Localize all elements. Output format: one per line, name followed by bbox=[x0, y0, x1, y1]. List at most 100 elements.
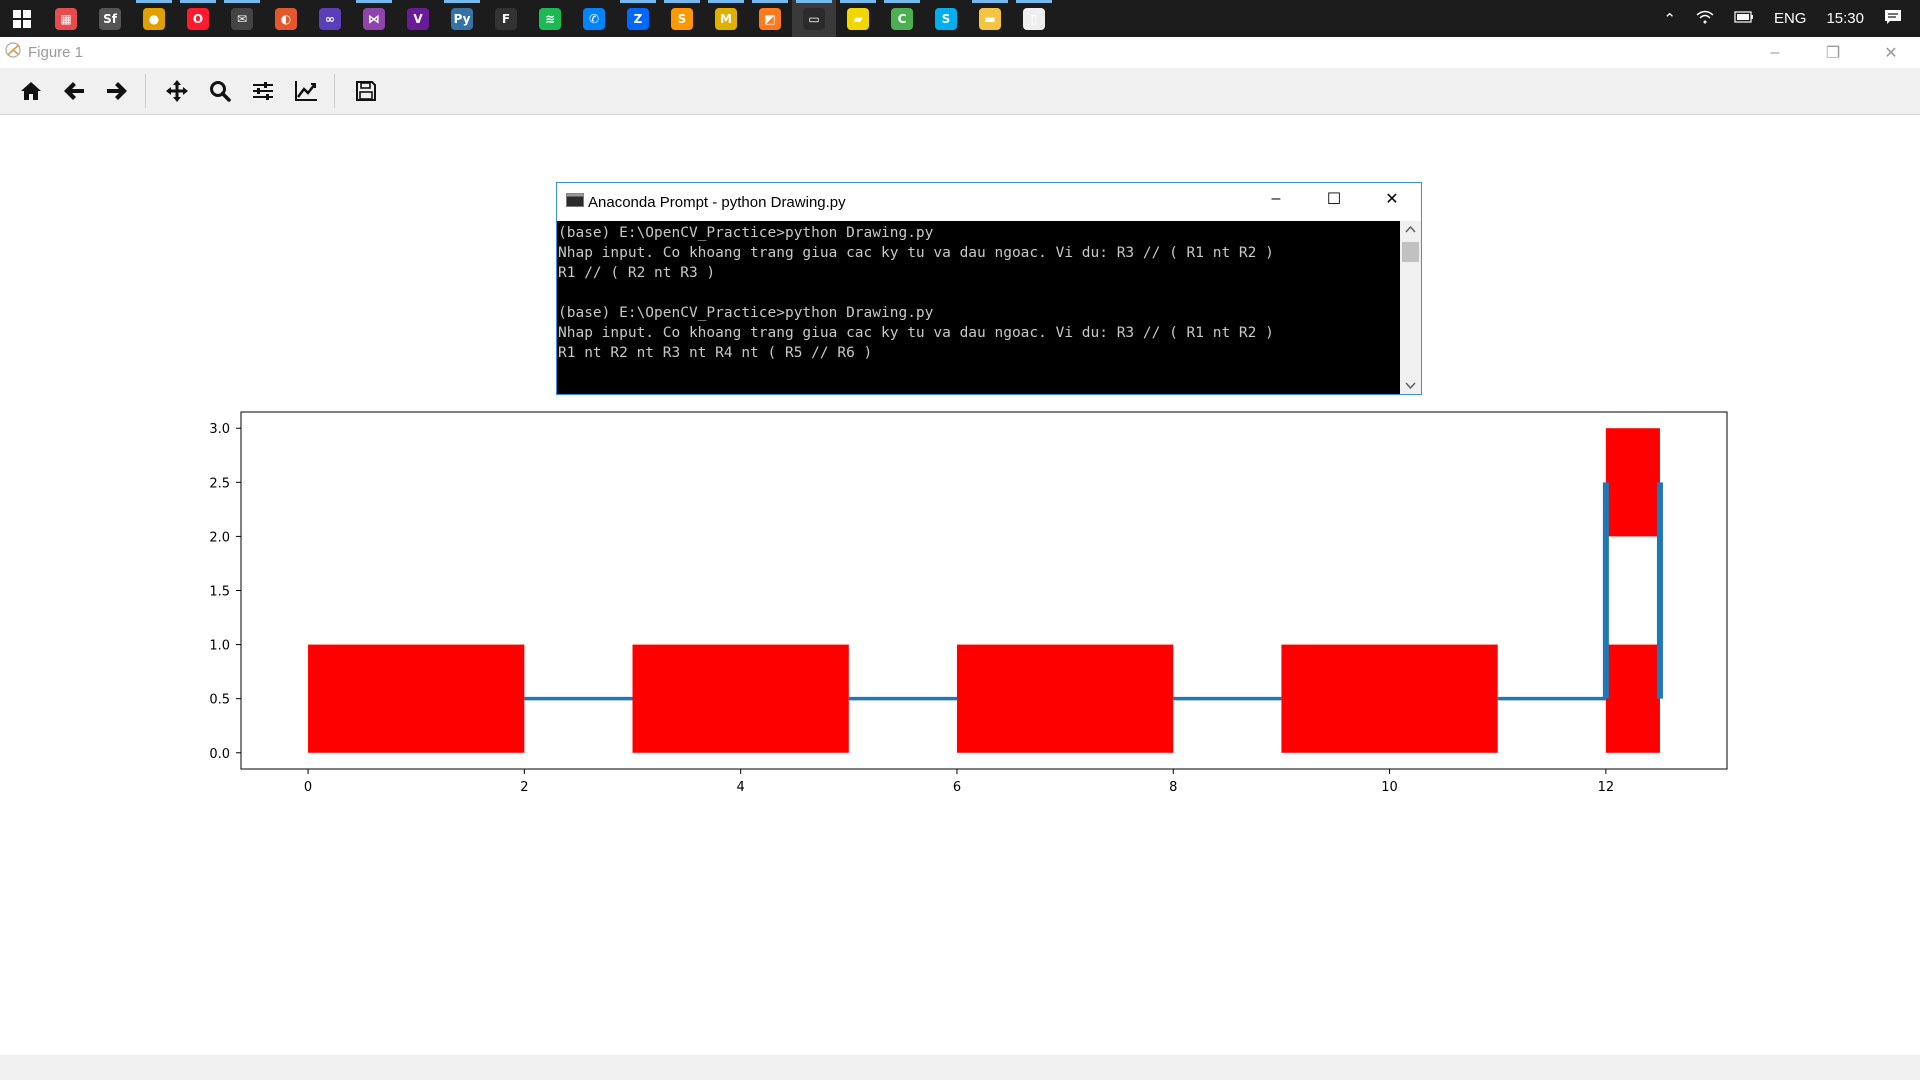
home-button[interactable] bbox=[11, 71, 51, 111]
fl-studio-taskbar-button[interactable]: F bbox=[484, 0, 528, 37]
orange-app-taskbar-button[interactable]: ◩ bbox=[748, 0, 792, 37]
toolbar-separator bbox=[334, 74, 335, 108]
prompt-close-button[interactable]: ✕ bbox=[1363, 183, 1421, 214]
battery-icon[interactable] bbox=[1734, 10, 1754, 27]
infinity-app-icon: ∞ bbox=[319, 7, 341, 30]
infinity-app-taskbar-button[interactable]: ∞ bbox=[308, 0, 352, 37]
configure-subplots-icon bbox=[253, 82, 273, 100]
restore-button[interactable]: ❐ bbox=[1804, 37, 1862, 68]
toolbar-separator bbox=[145, 74, 146, 108]
x-tick-label: 4 bbox=[737, 780, 745, 795]
prompt-minimize-button[interactable]: – bbox=[1247, 183, 1305, 214]
y-tick-label: 2.5 bbox=[209, 476, 230, 491]
system-tray: ⌃ ENG 15:30 bbox=[1653, 0, 1920, 37]
fl-studio-icon: F bbox=[495, 7, 517, 30]
paint-app-icon: ◐ bbox=[275, 7, 297, 30]
figure-titlebar: Figure 1 – ❐ ✕ bbox=[0, 37, 1920, 68]
y-tick-label: 2.0 bbox=[209, 530, 230, 545]
save-button[interactable] bbox=[346, 71, 386, 111]
mail-taskbar-button[interactable]: ✉ bbox=[220, 0, 264, 37]
scroll-up-icon[interactable] bbox=[1405, 225, 1416, 233]
windows-start-icon bbox=[11, 8, 33, 30]
console-line: (base) E:\OpenCV_Practice>python Drawing… bbox=[558, 305, 934, 321]
anaconda-prompt-window[interactable]: Anaconda Prompt - python Drawing.py – ☐ … bbox=[556, 182, 1422, 395]
terminal-icon bbox=[566, 192, 584, 212]
figure-status-bar bbox=[0, 1055, 1920, 1080]
visual-studio-2-icon: V bbox=[407, 7, 429, 30]
camtasia-taskbar-button[interactable]: C bbox=[880, 0, 924, 37]
edit-axis-icon bbox=[295, 81, 317, 101]
wifi-icon[interactable] bbox=[1696, 10, 1714, 28]
close-button[interactable]: ✕ bbox=[1862, 37, 1920, 68]
minimize-button[interactable]: – bbox=[1746, 37, 1804, 68]
sf-app-icon: Sf bbox=[99, 7, 121, 30]
skype-taskbar-button[interactable]: S bbox=[924, 0, 968, 37]
y-tick-label: 0.5 bbox=[209, 693, 230, 708]
scrollbar-thumb[interactable] bbox=[1402, 242, 1419, 262]
chrome-icon: ● bbox=[143, 7, 165, 30]
notepad-taskbar-button[interactable]: ▯ bbox=[1012, 0, 1056, 37]
messenger-taskbar-button[interactable]: ✆ bbox=[572, 0, 616, 37]
notification-center-icon[interactable] bbox=[1884, 9, 1902, 29]
sticky-notes-taskbar-button[interactable]: ▰ bbox=[836, 0, 880, 37]
app-grid-taskbar-button[interactable]: ▦ bbox=[44, 0, 88, 37]
forward-button[interactable] bbox=[97, 71, 137, 111]
console-line: (base) E:\OpenCV_Practice>python Drawing… bbox=[558, 225, 934, 241]
forward-arrow-icon bbox=[107, 82, 127, 100]
scroll-down-icon[interactable] bbox=[1405, 382, 1416, 390]
console-line: R1 // ( R2 nt R3 ) bbox=[558, 265, 716, 281]
file-explorer-taskbar-button[interactable]: ▬ bbox=[968, 0, 1012, 37]
terminal-taskbar-button[interactable]: ▭ bbox=[792, 0, 836, 37]
prompt-console-output[interactable]: (base) E:\OpenCV_Practice>python Drawing… bbox=[557, 221, 1400, 394]
sticky-notes-icon: ▰ bbox=[847, 7, 869, 30]
x-tick-label: 8 bbox=[1169, 780, 1177, 795]
sf-app-taskbar-button[interactable]: Sf bbox=[88, 0, 132, 37]
pan-button[interactable] bbox=[157, 71, 197, 111]
spotify-taskbar-button[interactable]: ≋ bbox=[528, 0, 572, 37]
zoom-button[interactable] bbox=[200, 71, 240, 111]
sublime-text-taskbar-button[interactable]: S bbox=[660, 0, 704, 37]
paint-app-taskbar-button[interactable]: ◐ bbox=[264, 0, 308, 37]
prompt-maximize-button[interactable]: ☐ bbox=[1305, 183, 1363, 214]
matplotlib-toolbar bbox=[0, 68, 1920, 115]
back-arrow-icon bbox=[64, 82, 84, 100]
sublime-text-icon: S bbox=[671, 7, 693, 30]
python-icon: Py bbox=[451, 7, 473, 30]
python-taskbar-button[interactable]: Py bbox=[440, 0, 484, 37]
file-explorer-icon: ▬ bbox=[979, 7, 1001, 30]
mail-icon: ✉ bbox=[231, 7, 253, 30]
prompt-scrollbar[interactable] bbox=[1400, 221, 1421, 394]
skype-icon: S bbox=[935, 7, 957, 30]
edit-axis-button[interactable] bbox=[286, 71, 326, 111]
clock[interactable]: 15:30 bbox=[1826, 10, 1864, 27]
x-tick-label: 0 bbox=[304, 780, 312, 795]
y-tick-label: 1.5 bbox=[209, 585, 230, 600]
matlab-taskbar-button[interactable]: M bbox=[704, 0, 748, 37]
matplotlib-logo-icon bbox=[4, 41, 22, 64]
chrome-taskbar-button[interactable]: ● bbox=[132, 0, 176, 37]
home-icon bbox=[21, 82, 41, 100]
y-tick-label: 1.0 bbox=[209, 639, 230, 654]
x-tick-label: 12 bbox=[1598, 780, 1615, 795]
prompt-titlebar[interactable]: Anaconda Prompt - python Drawing.py – ☐ … bbox=[557, 183, 1421, 221]
figure-title: Figure 1 bbox=[28, 44, 84, 61]
back-button[interactable] bbox=[54, 71, 94, 111]
chevron-up-icon[interactable]: ⌃ bbox=[1663, 10, 1676, 28]
messenger-icon: ✆ bbox=[583, 7, 605, 30]
resistor-rect bbox=[632, 644, 849, 753]
prompt-window-controls: – ☐ ✕ bbox=[1247, 183, 1421, 214]
visual-studio-icon: ⋈ bbox=[363, 7, 385, 30]
opera-icon: O bbox=[187, 7, 209, 30]
visual-studio-taskbar-button[interactable]: ⋈ bbox=[352, 0, 396, 37]
configure-subplots-button[interactable] bbox=[243, 71, 283, 111]
windows-start-taskbar-button[interactable] bbox=[0, 0, 44, 37]
opera-taskbar-button[interactable]: O bbox=[176, 0, 220, 37]
app-grid-icon: ▦ bbox=[55, 7, 77, 30]
visual-studio-2-taskbar-button[interactable]: V bbox=[396, 0, 440, 37]
language-indicator[interactable]: ENG bbox=[1774, 10, 1807, 27]
prompt-title: Anaconda Prompt - python Drawing.py bbox=[588, 193, 846, 211]
resistor-rect bbox=[1605, 428, 1660, 537]
orange-app-icon: ◩ bbox=[759, 7, 781, 30]
zalo-taskbar-button[interactable]: Z bbox=[616, 0, 660, 37]
save-floppy-icon bbox=[356, 81, 376, 101]
